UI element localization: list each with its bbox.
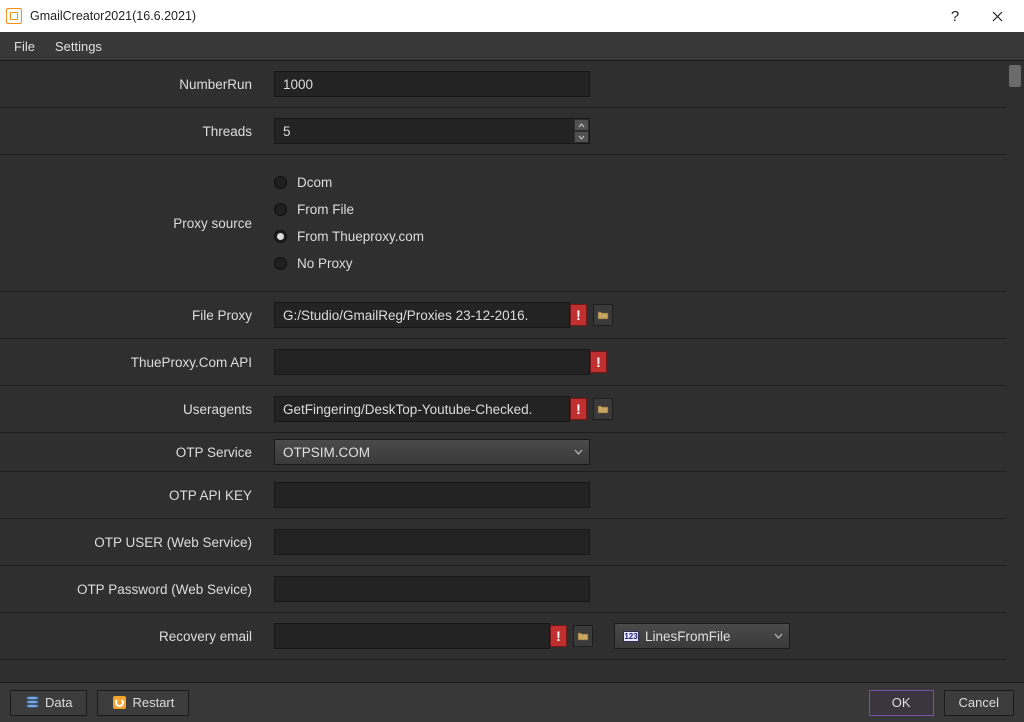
row-file-proxy: File Proxy !	[0, 292, 1006, 339]
row-recovery-email: Recovery email ! 123 LinesFromFile	[0, 613, 1006, 660]
radio-dcom[interactable]: Dcom	[274, 175, 424, 190]
database-icon	[25, 696, 39, 710]
row-otp-password: OTP Password (Web Sevice)	[0, 566, 1006, 613]
folder-icon	[577, 630, 589, 642]
otp-api-key-input[interactable]	[274, 482, 590, 508]
row-otp-api-key: OTP API KEY	[0, 472, 1006, 519]
chevron-up-icon	[578, 123, 585, 128]
thueproxy-api-input[interactable]	[274, 349, 590, 375]
folder-icon	[597, 309, 609, 321]
warning-icon: !	[550, 625, 567, 647]
close-icon	[992, 11, 1003, 22]
titlebar: GmailCreator2021(16.6.2021) ?	[0, 0, 1024, 32]
vertical-scrollbar[interactable]	[1006, 61, 1024, 682]
recovery-email-browse-button[interactable]	[573, 625, 593, 647]
help-button[interactable]: ?	[934, 0, 976, 32]
file-proxy-browse-button[interactable]	[593, 304, 613, 326]
ok-button-label: OK	[892, 695, 911, 710]
ok-button[interactable]: OK	[869, 690, 934, 716]
chevron-down-icon	[574, 449, 583, 455]
row-otp-service: OTP Service OTPSIM.COM	[0, 433, 1006, 472]
otp-password-input[interactable]	[274, 576, 590, 602]
row-otp-user: OTP USER (Web Service)	[0, 519, 1006, 566]
radio-from-file[interactable]: From File	[274, 202, 424, 217]
radio-label-no-proxy: No Proxy	[297, 256, 353, 271]
number-run-input[interactable]	[274, 71, 590, 97]
radio-dot-icon	[274, 230, 287, 243]
warning-icon: !	[590, 351, 607, 373]
otp-service-select[interactable]: OTPSIM.COM	[274, 439, 590, 465]
recovery-mode-value: LinesFromFile	[645, 629, 731, 644]
label-otp-api-key: OTP API KEY	[0, 472, 264, 518]
recovery-email-input[interactable]	[274, 623, 550, 649]
data-button-label: Data	[45, 695, 72, 710]
threads-step-down[interactable]	[574, 131, 589, 143]
radio-label-from-file: From File	[297, 202, 354, 217]
app-icon	[6, 8, 22, 24]
otp-service-value: OTPSIM.COM	[283, 445, 370, 460]
close-button[interactable]	[976, 0, 1018, 32]
bottom-bar: Data Restart OK Cancel	[0, 682, 1024, 722]
folder-icon	[597, 403, 609, 415]
cancel-button-label: Cancel	[959, 695, 999, 710]
recovery-mode-select[interactable]: 123 LinesFromFile	[614, 623, 790, 649]
radio-no-proxy[interactable]: No Proxy	[274, 256, 424, 271]
label-number-run: NumberRun	[0, 61, 264, 107]
form-scroll: NumberRun Threads	[0, 61, 1006, 682]
row-thueproxy-api: ThueProxy.Com API !	[0, 339, 1006, 386]
label-otp-service: OTP Service	[0, 433, 264, 471]
radio-dot-icon	[274, 176, 287, 189]
row-useragents: Useragents !	[0, 386, 1006, 433]
warning-icon: !	[570, 398, 587, 420]
label-recovery-email: Recovery email	[0, 613, 264, 659]
question-icon: ?	[951, 8, 959, 25]
cancel-button[interactable]: Cancel	[944, 690, 1014, 716]
restart-button-label: Restart	[132, 695, 174, 710]
menu-file[interactable]: File	[6, 35, 43, 58]
label-useragents: Useragents	[0, 386, 264, 432]
form-area: NumberRun Threads	[0, 60, 1024, 682]
threads-step-up[interactable]	[574, 119, 589, 131]
label-proxy-source: Proxy source	[0, 155, 264, 291]
otp-user-input[interactable]	[274, 529, 590, 555]
lines-icon: 123	[623, 631, 639, 642]
threads-input[interactable]	[274, 118, 590, 144]
radio-from-thueproxy[interactable]: From Thueproxy.com	[274, 229, 424, 244]
app-window: GmailCreator2021(16.6.2021) ? File Setti…	[0, 0, 1024, 722]
row-number-run: NumberRun	[0, 61, 1006, 108]
row-proxy-source: Proxy source Dcom From File	[0, 155, 1006, 292]
warning-icon: !	[570, 304, 587, 326]
radio-label-dcom: Dcom	[297, 175, 332, 190]
data-button[interactable]: Data	[10, 690, 87, 716]
restart-button[interactable]: Restart	[97, 690, 189, 716]
chevron-down-icon	[578, 135, 585, 140]
window-title: GmailCreator2021(16.6.2021)	[30, 9, 934, 23]
label-threads: Threads	[0, 108, 264, 154]
menubar: File Settings	[0, 32, 1024, 60]
useragents-input[interactable]	[274, 396, 570, 422]
label-file-proxy: File Proxy	[0, 292, 264, 338]
label-otp-user: OTP USER (Web Service)	[0, 519, 264, 565]
restart-icon	[112, 696, 126, 710]
useragents-browse-button[interactable]	[593, 398, 613, 420]
label-thueproxy-api: ThueProxy.Com API	[0, 339, 264, 385]
scrollbar-thumb[interactable]	[1009, 65, 1021, 87]
chevron-down-icon	[774, 633, 783, 639]
radio-dot-icon	[274, 257, 287, 270]
menu-settings[interactable]: Settings	[47, 35, 110, 58]
row-threads: Threads	[0, 108, 1006, 155]
radio-label-from-thue: From Thueproxy.com	[297, 229, 424, 244]
radio-dot-icon	[274, 203, 287, 216]
label-otp-password: OTP Password (Web Sevice)	[0, 566, 264, 612]
threads-stepper[interactable]	[574, 119, 589, 143]
file-proxy-input[interactable]	[274, 302, 570, 328]
